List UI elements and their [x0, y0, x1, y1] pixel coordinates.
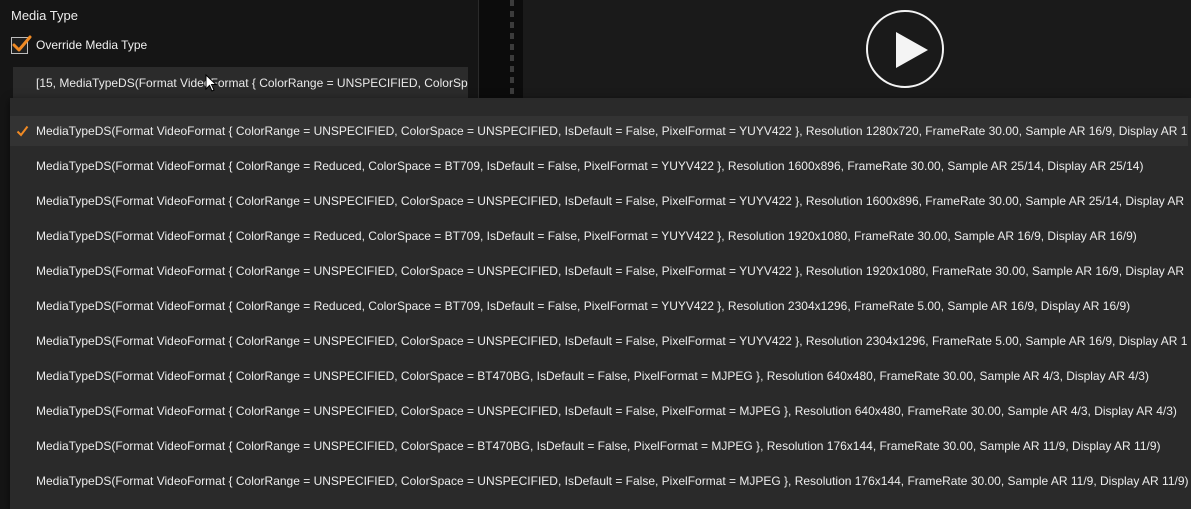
- dropdown-option[interactable]: MediaTypeDS(Format VideoFormat { ColorRa…: [10, 151, 1188, 181]
- override-media-type-checkbox[interactable]: Override Media Type: [11, 34, 147, 56]
- dropdown-option-label: MediaTypeDS(Format VideoFormat { ColorRa…: [36, 124, 1188, 138]
- video-preview: [523, 0, 1191, 98]
- media-type-combobox[interactable]: [15, MediaTypeDS(Format VideoFormat { Co…: [13, 67, 468, 100]
- dropdown-option[interactable]: MediaTypeDS(Format VideoFormat { ColorRa…: [10, 466, 1188, 496]
- checkbox-box[interactable]: [11, 35, 32, 54]
- selected-check-icon: [16, 125, 29, 137]
- dropdown-option[interactable]: MediaTypeDS(Format VideoFormat { ColorRa…: [10, 256, 1188, 286]
- dropdown-option[interactable]: MediaTypeDS(Format VideoFormat { ColorRa…: [10, 186, 1188, 216]
- play-button[interactable]: [866, 10, 944, 88]
- override-media-type-label: Override Media Type: [36, 38, 148, 52]
- dropdown-option[interactable]: MediaTypeDS(Format VideoFormat { ColorRa…: [10, 116, 1188, 146]
- dropdown-option[interactable]: MediaTypeDS(Format VideoFormat { ColorRa…: [10, 326, 1188, 356]
- media-type-dropdown-list: MediaTypeDS(Format VideoFormat { ColorRa…: [10, 98, 1191, 509]
- checkmark-icon: [12, 35, 32, 51]
- mouse-cursor-icon: [205, 74, 218, 92]
- play-icon: [896, 32, 928, 68]
- dropdown-option-label: MediaTypeDS(Format VideoFormat { ColorRa…: [36, 194, 1188, 208]
- dropdown-option-label: MediaTypeDS(Format VideoFormat { ColorRa…: [36, 159, 1144, 173]
- dropdown-option-label: MediaTypeDS(Format VideoFormat { ColorRa…: [36, 404, 1177, 418]
- dropdown-option-label: MediaTypeDS(Format VideoFormat { ColorRa…: [36, 299, 1131, 313]
- dropdown-option[interactable]: MediaTypeDS(Format VideoFormat { ColorRa…: [10, 361, 1188, 391]
- dropdown-option[interactable]: MediaTypeDS(Format VideoFormat { ColorRa…: [10, 291, 1188, 321]
- dropdown-option-label: MediaTypeDS(Format VideoFormat { ColorRa…: [36, 369, 1149, 383]
- panel-title: Media Type: [11, 8, 78, 23]
- splitter-handle[interactable]: [506, 0, 520, 98]
- dropdown-option-label: MediaTypeDS(Format VideoFormat { ColorRa…: [36, 474, 1188, 488]
- dropdown-option-label: MediaTypeDS(Format VideoFormat { ColorRa…: [36, 229, 1137, 243]
- dropdown-option-label: MediaTypeDS(Format VideoFormat { ColorRa…: [36, 264, 1188, 278]
- dropdown-option[interactable]: MediaTypeDS(Format VideoFormat { ColorRa…: [10, 396, 1188, 426]
- dropdown-option-label: MediaTypeDS(Format VideoFormat { ColorRa…: [36, 334, 1188, 348]
- dropdown-option[interactable]: MediaTypeDS(Format VideoFormat { ColorRa…: [10, 221, 1188, 251]
- dropdown-option-label: MediaTypeDS(Format VideoFormat { ColorRa…: [36, 439, 1161, 453]
- dropdown-option[interactable]: MediaTypeDS(Format VideoFormat { ColorRa…: [10, 431, 1188, 461]
